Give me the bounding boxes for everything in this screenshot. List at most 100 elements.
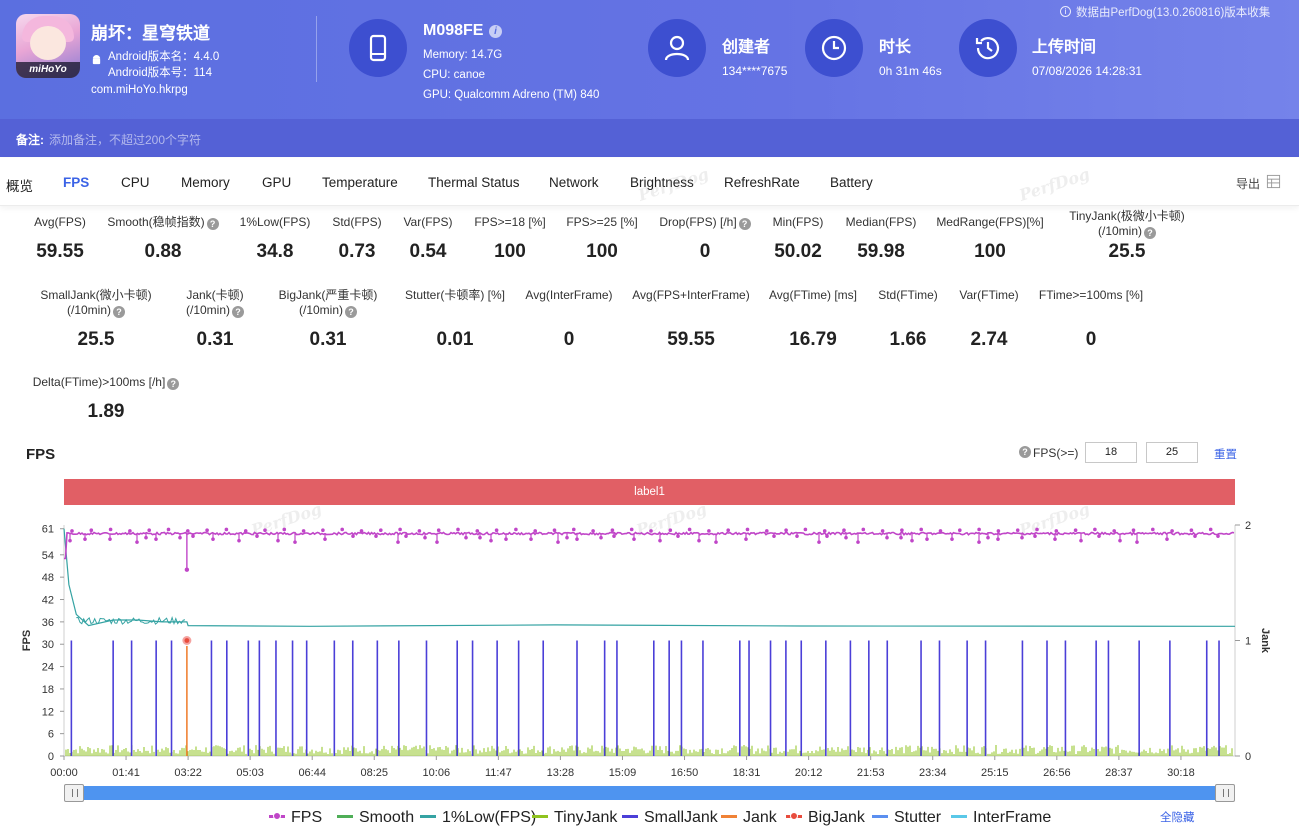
hide-all-button[interactable]: 全隐藏: [1160, 809, 1195, 825]
note-input[interactable]: 添加备注，不超过200个字符: [49, 131, 201, 148]
fps-threshold-input-1[interactable]: 18: [1085, 442, 1137, 463]
tab-fps[interactable]: FPS: [63, 175, 89, 190]
fps-chart[interactable]: 06121824303642485461012FPS Jank00:00 01:41…: [0, 505, 1299, 785]
tab-brightness[interactable]: Brightness: [630, 175, 694, 190]
x-tick-label: 28:37: [1105, 767, 1133, 779]
fps-point: [1193, 534, 1197, 538]
y-right-tick-label: 2: [1245, 520, 1251, 532]
tab-memory[interactable]: Memory: [181, 175, 230, 190]
time-range-end-handle[interactable]: [1215, 784, 1235, 802]
fps-point: [186, 529, 190, 533]
export-button[interactable]: 导出: [1236, 175, 1260, 192]
fps-point: [575, 537, 579, 541]
fps-point: [996, 537, 1000, 541]
app-icon: miHoYo: [16, 14, 80, 78]
tab-battery[interactable]: Battery: [830, 175, 873, 190]
fps-point: [108, 527, 113, 532]
fps-point: [154, 537, 158, 541]
time-range-track[interactable]: [64, 786, 1235, 800]
fps-point: [1033, 534, 1037, 538]
legend-label: Jank: [743, 809, 777, 826]
legend-label: TinyJank: [554, 809, 618, 826]
metric-value: 100: [494, 241, 526, 262]
metric-value: 0.31: [309, 329, 347, 350]
fps-point: [610, 528, 615, 533]
metric-value: 59.98: [857, 241, 905, 262]
fps-point: [436, 528, 441, 533]
metric-value: 1.89: [87, 401, 125, 422]
metric-label-unit: (/10min)?: [238, 303, 418, 318]
fps-point: [1216, 534, 1220, 538]
fps-point: [599, 535, 603, 540]
legend-swatch: [532, 815, 548, 818]
fps-point: [765, 529, 769, 533]
data-note-info-icon: i: [1060, 6, 1071, 17]
upload-time-value: 07/08/2026 14:28:31: [1032, 64, 1143, 78]
creator-value: 134****7675: [722, 64, 788, 78]
fps-threshold-input-2[interactable]: 25: [1146, 442, 1198, 463]
fps-point: [276, 538, 280, 543]
tab-gpu[interactable]: GPU: [262, 175, 291, 190]
note-bar: 备注: 添加备注，不超过200个字符: [0, 119, 1299, 157]
fps-point: [817, 540, 821, 544]
fps-point: [958, 528, 962, 533]
fps-point: [1020, 535, 1024, 540]
user-icon: [648, 19, 706, 77]
metric-help-icon[interactable]: ?: [345, 306, 357, 318]
fps-point: [1054, 529, 1059, 533]
fps-point: [1151, 527, 1155, 532]
fps-point: [885, 535, 889, 540]
fps-point: [697, 538, 701, 543]
fps-threshold-label: FPS(>=): [1033, 446, 1079, 460]
metric-value: 0: [699, 241, 711, 262]
fps-point: [803, 527, 808, 532]
header-divider: [316, 16, 317, 82]
export-table-icon[interactable]: [1266, 174, 1281, 189]
legend-label: 1%Low(FPS): [442, 809, 537, 826]
tab-refreshrate[interactable]: RefreshRate: [724, 175, 800, 190]
fps-point: [910, 538, 914, 543]
fps-threshold-help-icon[interactable]: ?: [1019, 446, 1031, 458]
x-tick-label: 13:28: [547, 767, 575, 779]
time-range-start-handle[interactable]: [64, 784, 84, 802]
tab-network[interactable]: Network: [549, 175, 599, 190]
tab-temperature[interactable]: Temperature: [322, 175, 398, 190]
fps-point: [423, 535, 427, 540]
fps-point: [1035, 527, 1039, 532]
app-name: 崩坏：星穹铁道: [91, 24, 210, 43]
fps-point: [147, 528, 151, 533]
metric-help-icon[interactable]: ?: [1144, 227, 1156, 239]
fps-point: [842, 528, 846, 533]
legend-label: BigJank: [808, 809, 865, 826]
label-band[interactable]: label1: [64, 479, 1235, 505]
tab-overview[interactable]: 概览: [6, 175, 33, 195]
tab-thermal-status[interactable]: Thermal Status: [428, 175, 520, 190]
y-tick-label: 42: [42, 595, 54, 607]
phone-icon: [349, 19, 407, 77]
fps-point: [772, 534, 776, 538]
metric-label: TinyJank(极微小卡顿): [1069, 209, 1185, 223]
duration-value: 0h 31m 46s: [879, 64, 942, 78]
metric-value: 59.55: [667, 329, 715, 350]
legend-label: SmallJank: [644, 809, 718, 826]
metric-help-icon[interactable]: ?: [113, 306, 125, 318]
fps-point: [1118, 538, 1122, 543]
legend-label: InterFrame: [973, 809, 1052, 826]
metric-value: 100: [974, 241, 1006, 262]
fps-point: [211, 537, 215, 541]
fps-point: [237, 538, 241, 543]
device-info-icon[interactable]: i: [489, 25, 502, 38]
fps-point: [205, 528, 209, 533]
fps-point: [1131, 528, 1136, 533]
reset-button[interactable]: 重置: [1214, 446, 1237, 462]
fps-point: [321, 528, 325, 533]
legend-swatch: [337, 815, 353, 818]
metric-help-icon[interactable]: ?: [167, 378, 180, 390]
tab-cpu[interactable]: CPU: [121, 175, 150, 190]
fps-point: [938, 529, 943, 533]
x-tick-label: 25:15: [981, 767, 1009, 779]
app-icon-brand: miHoYo: [16, 62, 80, 78]
x-tick-label: 20:12: [795, 767, 823, 779]
device-memory: Memory: 14.7G: [423, 49, 503, 61]
upload-time-label: 上传时间: [1032, 39, 1097, 56]
